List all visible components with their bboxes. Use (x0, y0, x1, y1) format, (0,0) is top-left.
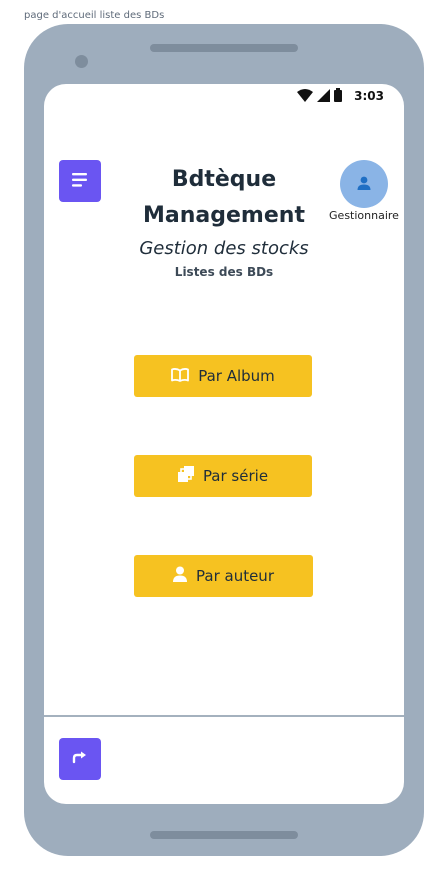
par-album-button[interactable]: Par Album (134, 355, 312, 397)
avatar-label: Gestionnaire (329, 209, 399, 222)
par-serie-button[interactable]: Par série (134, 455, 312, 497)
battery-icon (334, 87, 343, 106)
logout-arrow-icon (72, 750, 88, 769)
user-icon (173, 566, 187, 586)
wifi-icon (297, 87, 314, 106)
par-album-label: Par Album (198, 367, 275, 385)
footer-divider (44, 715, 404, 717)
logout-button[interactable] (59, 738, 101, 780)
phone-camera (75, 55, 88, 68)
signal-icon (317, 87, 331, 106)
phone-frame: 3:03 Bdtèque Management Gestion des stoc… (24, 24, 424, 856)
page-caption: page d'accueil liste des BDs (24, 10, 165, 21)
copy-icon (177, 466, 194, 486)
menu-button[interactable] (59, 160, 101, 202)
title-line-2: Management (143, 203, 305, 228)
title-line-1: Bdtèque (171, 167, 277, 192)
user-icon (357, 175, 371, 194)
page-subtitle: Gestion des stocks (139, 238, 309, 259)
par-serie-label: Par série (202, 467, 269, 485)
par-auteur-label: Par auteur (196, 567, 274, 585)
avatar[interactable] (340, 160, 388, 208)
menu-icon (72, 172, 88, 191)
status-time: 3:03 (354, 89, 384, 103)
home-indicator (150, 831, 298, 839)
status-bar: 3:03 (297, 87, 384, 106)
par-auteur-button[interactable]: Par auteur (134, 555, 313, 597)
page-title: Bdtèque Management (104, 162, 344, 234)
book-open-icon (171, 367, 190, 386)
section-label: Listes des BDs (174, 265, 274, 279)
app-screen: 3:03 Bdtèque Management Gestion des stoc… (44, 84, 404, 804)
phone-speaker (150, 44, 298, 52)
